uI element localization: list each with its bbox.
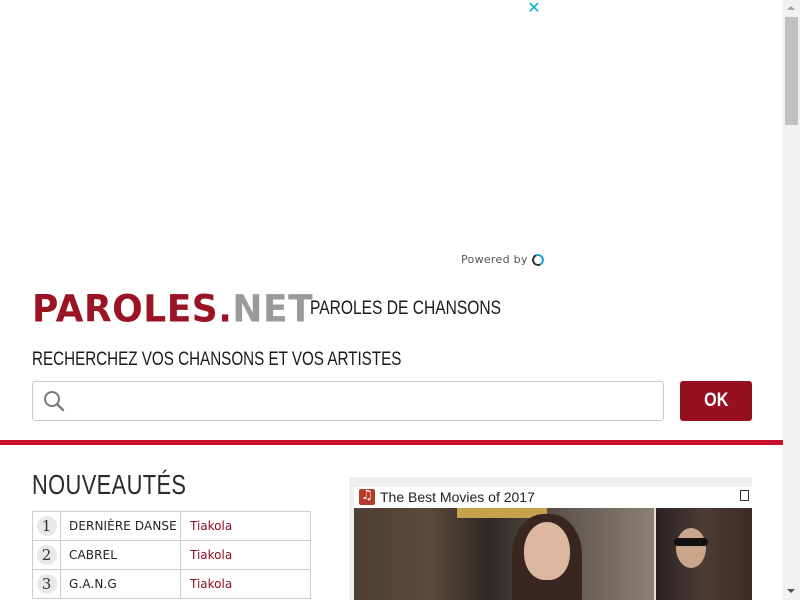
music-note-icon [359,488,375,505]
expand-icon[interactable] [740,490,749,501]
rank-badge: 3 [36,574,57,594]
scroll-up-arrow-icon[interactable] [783,0,800,17]
rank-cell: 1 [32,511,61,541]
rank-cell: 2 [32,540,61,570]
table-row[interactable]: 3 G.A.N.G Tiakola [32,569,311,599]
new-releases-table: 1 DERNIÈRE DANSE Tiakola 2 CABREL Tiakol… [32,511,311,599]
video-player[interactable]: The Best Movies of 2017 [354,487,752,600]
artist-cell: Tiakola [180,569,311,599]
logo-word: PAROLES [32,288,219,332]
artist-link[interactable]: Tiakola [190,577,232,591]
logo-tld: NET [232,288,314,332]
sunglasses-icon [674,538,708,546]
new-releases-title: NOUVEAUTÉS [32,469,187,500]
artist-link[interactable]: Tiakola [190,548,232,562]
search-icon [44,391,65,412]
rank-badge: 1 [36,516,57,536]
video-person-face [524,522,570,580]
artist-link[interactable]: Tiakola [190,519,232,533]
header-divider [0,440,783,445]
search-box[interactable] [32,381,664,421]
search-input[interactable] [77,382,657,420]
powered-by-label: Powered by [461,253,528,266]
rank-cell: 3 [32,569,61,599]
scroll-down-arrow-icon[interactable] [783,583,800,600]
artist-cell: Tiakola [180,511,311,541]
ad-close-icon[interactable]: ✕ [527,0,541,16]
page-scrollbar[interactable] [783,0,800,600]
table-row[interactable]: 2 CABREL Tiakola [32,540,311,570]
rank-badge: 2 [36,545,57,565]
ad-provider-logo-icon [530,252,546,268]
search-ok-button[interactable]: OK [680,381,752,421]
song-link[interactable]: G.A.N.G [60,569,181,599]
video-widget: The Best Movies of 2017 [349,477,752,600]
video-person2-face [676,528,706,568]
song-link[interactable]: CABREL [60,540,181,570]
video-header: The Best Movies of 2017 [354,487,752,508]
artist-cell: Tiakola [180,540,311,570]
table-row[interactable]: 1 DERNIÈRE DANSE Tiakola [32,511,311,541]
site-logo[interactable]: PAROLES. NET [32,287,313,329]
powered-by[interactable]: Powered by [461,252,546,268]
song-link[interactable]: DERNIÈRE DANSE [60,511,181,541]
search-title: RECHERCHEZ VOS CHANSONS ET VOS ARTISTES [32,349,402,370]
ok-button-label: OK [703,390,729,411]
video-scene-left [354,508,654,600]
video-title[interactable]: The Best Movies of 2017 [380,488,535,507]
logo-dot: . [218,288,233,332]
scrollbar-thumb[interactable] [785,17,798,125]
video-thumbnail[interactable] [354,508,752,600]
site-tagline: PAROLES DE CHANSONS [310,298,502,319]
